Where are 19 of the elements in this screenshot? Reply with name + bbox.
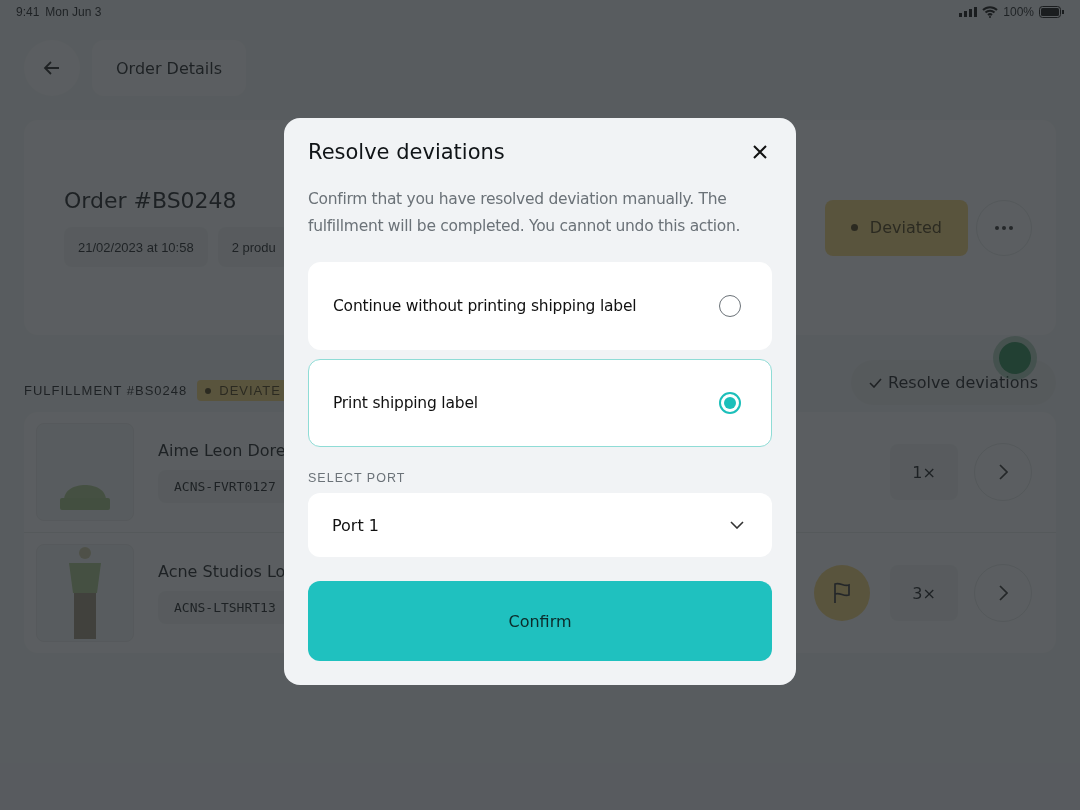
dialog-title: Resolve deviations	[308, 140, 505, 164]
product-name: Aime Leon Dore	[158, 441, 287, 460]
dialog-message: Confirm that you have resolved deviation manually. The fulfillment will be completed. You cannot undo this action.	[308, 189, 742, 237]
option-card[interactable]: Print shipping label	[308, 359, 772, 447]
product-name: Acne Studios Lo	[158, 562, 287, 581]
chevron-down-icon	[730, 521, 744, 529]
order-title: Order #BS0248	[64, 188, 238, 213]
close-icon	[752, 144, 768, 160]
option-label: Print shipping label	[333, 394, 478, 412]
port-dropdown[interactable]: Port 1	[308, 493, 772, 557]
radio-button[interactable]	[719, 392, 741, 414]
status-date: Mon Jun 3	[45, 5, 102, 19]
option-card[interactable]: Continue without printing shipping label	[308, 262, 772, 350]
port-label: SELECT PORT	[308, 471, 407, 485]
battery-percent: 100%	[1003, 5, 1034, 19]
status-time: 9:41	[16, 5, 40, 19]
confirm-button[interactable]: Confirm	[308, 581, 772, 661]
fulfillment-title: FULFILLMENT #BS0248	[24, 383, 188, 398]
option-label: Continue without printing shipping label	[333, 297, 637, 315]
